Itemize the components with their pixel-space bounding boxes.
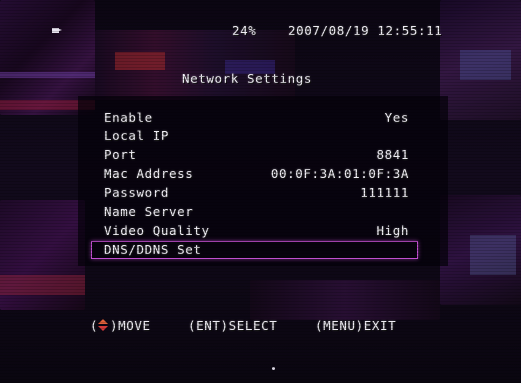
status-percent: 24% xyxy=(232,23,257,38)
footer-exit-hint: (MENU)EXIT xyxy=(315,318,397,333)
menu-item-mac-address-label[interactable]: Mac Address xyxy=(104,166,193,181)
menu-item-enable-label[interactable]: Enable xyxy=(104,110,153,125)
menu-item-dns-ddns-set-label[interactable]: DNS/DDNS Set xyxy=(104,242,202,257)
camera-tile-mid-left xyxy=(0,200,85,310)
camera-tile-mid-right xyxy=(440,195,521,305)
page-title: Network Settings xyxy=(182,71,313,86)
record-icon xyxy=(52,28,62,33)
camera-tile-top-mid xyxy=(95,30,295,100)
dvr-screen: 24% 2007/08/19 12:55:11 Network Settings… xyxy=(0,0,521,383)
up-down-arrow-icon xyxy=(98,319,108,331)
footer-select-hint: (ENT)SELECT xyxy=(188,318,278,333)
menu-item-port-value[interactable]: 8841 xyxy=(376,147,409,162)
menu-item-name-server-label[interactable]: Name Server xyxy=(104,204,193,219)
menu-item-video-quality-value[interactable]: High xyxy=(376,223,409,238)
menu-item-password-value[interactable]: 111111 xyxy=(360,185,409,200)
artifact-dot xyxy=(272,367,275,370)
menu-item-local-ip-label[interactable]: Local IP xyxy=(104,128,169,143)
camera-tile-top-right xyxy=(440,0,521,120)
status-datetime: 2007/08/19 12:55:11 xyxy=(288,23,443,38)
menu-item-mac-address-value[interactable]: 00:0F:3A:01:0F:3A xyxy=(271,166,409,181)
menu-item-password-label[interactable]: Password xyxy=(104,185,169,200)
camera-tile-bottom-mid xyxy=(250,280,440,320)
footer-move-hint: )MOVE xyxy=(110,318,151,333)
menu-item-video-quality-label[interactable]: Video Quality xyxy=(104,223,210,238)
menu-item-enable-value[interactable]: Yes xyxy=(385,110,409,125)
menu-item-port-label[interactable]: Port xyxy=(104,147,137,162)
